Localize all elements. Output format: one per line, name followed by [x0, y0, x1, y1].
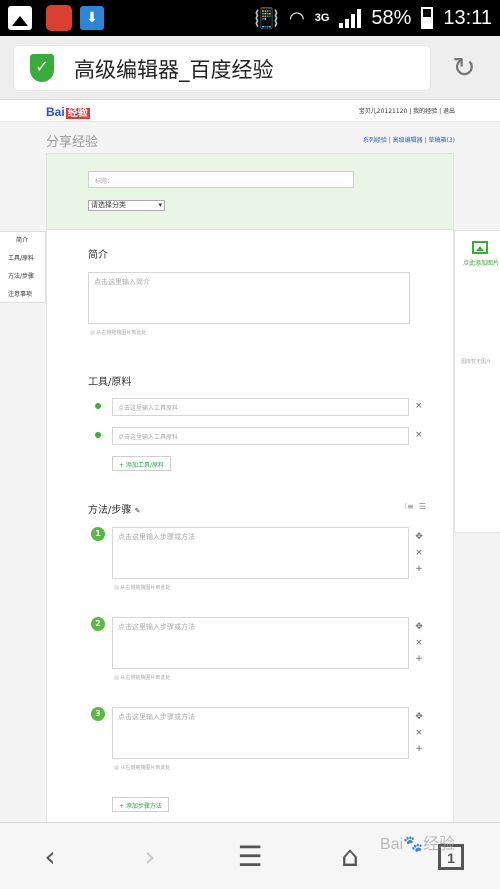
- add-step-icon[interactable]: +: [414, 561, 424, 577]
- intro-textarea[interactable]: 点击这里输入简介: [88, 272, 410, 324]
- add-step-button[interactable]: + 添加步骤方法: [112, 797, 169, 812]
- address-field[interactable]: ✓ 高级编辑器_百度经验: [14, 46, 430, 90]
- add-image-icon[interactable]: [472, 241, 488, 254]
- back-icon[interactable]: ‹: [30, 837, 70, 877]
- step-number: 2: [91, 617, 105, 631]
- step-textarea[interactable]: 点击这里输入步骤或方法: [112, 527, 409, 579]
- step-textarea[interactable]: 点击这里输入步骤或方法: [112, 707, 409, 759]
- wifi-icon: ◠: [288, 7, 305, 28]
- vibrate-icon: 📳: [254, 7, 279, 30]
- edit-pencil-icon[interactable]: ✎: [135, 507, 141, 515]
- add-step-icon[interactable]: +: [414, 651, 424, 667]
- tool-bullet: [95, 432, 101, 438]
- battery-percent: 58%: [371, 6, 412, 29]
- nav-notes[interactable]: 注意事项: [0, 286, 45, 304]
- remove-step-icon[interactable]: ×: [414, 545, 424, 561]
- remove-tool-icon[interactable]: ×: [415, 430, 423, 440]
- remove-tool-icon[interactable]: ×: [415, 401, 423, 411]
- gallery-notification-icon: [8, 6, 32, 30]
- app-notification-icon: [46, 5, 72, 31]
- image-panel: 点此添加图片 图库暂无图片: [454, 230, 500, 533]
- step-controls: ✥ × +: [414, 529, 424, 577]
- menu-icon[interactable]: ☰: [230, 837, 270, 877]
- page-title: 高级编辑器_百度经验: [74, 58, 274, 82]
- step-controls: ✥ × +: [414, 709, 424, 757]
- list-style-icons[interactable]: ⁝≡ ☰: [404, 502, 426, 511]
- step-image-hint: 从右侧拖拽图片到此处: [114, 764, 170, 771]
- title-section: 标题： 请选择分类: [47, 154, 453, 230]
- section-nav: 简介 工具/原料 方法/步骤 注意事项: [0, 231, 46, 303]
- remove-step-icon[interactable]: ×: [414, 725, 424, 741]
- nav-steps[interactable]: 方法/步骤: [0, 268, 45, 286]
- status-bar: ⬇ 📳 ◠ 3G 58% 13:11: [0, 0, 500, 36]
- tool-input[interactable]: 点击这里输入工具原料: [112, 398, 409, 416]
- user-links[interactable]: 宝贝儿20121120 | 我的经验 | 退出: [359, 106, 455, 115]
- steps-heading: 方法/步骤 ✎: [88, 505, 141, 516]
- tool-input[interactable]: 点击这里输入工具原料: [112, 427, 409, 445]
- step-number: 1: [91, 527, 105, 541]
- network-type: 3G: [314, 12, 330, 24]
- download-notification-icon: ⬇: [80, 6, 104, 30]
- secure-shield-icon: ✓: [30, 54, 54, 82]
- signal-icon: [339, 8, 362, 28]
- nav-intro[interactable]: 简介: [0, 232, 45, 250]
- intro-heading: 简介: [88, 250, 108, 261]
- add-step-icon[interactable]: +: [414, 741, 424, 757]
- editor-main: 标题： 请选择分类 简介 点击这里输入简介 从右侧拖拽图片到此处 工具/原料 点…: [46, 153, 454, 822]
- no-image-hint: 图库暂无图片: [461, 359, 492, 365]
- intro-image-hint: 从右侧拖拽图片到此处: [90, 329, 146, 336]
- nav-tools[interactable]: 工具/原料: [0, 250, 45, 268]
- page-heading: 分享经验: [46, 135, 99, 150]
- title-input[interactable]: 标题：: [88, 171, 354, 188]
- baidu-watermark: Bai🐾经验: [380, 836, 456, 853]
- step-image-hint: 从右侧拖拽图片到此处: [114, 584, 170, 591]
- reload-icon[interactable]: ↻: [446, 50, 482, 86]
- subheader: 分享经验 系列经验 | 高级编辑器 | 草稿箱(3): [0, 123, 500, 153]
- battery-icon: [421, 7, 434, 29]
- forward-icon[interactable]: ›: [130, 837, 170, 877]
- tools-heading: 工具/原料: [88, 377, 132, 388]
- step-number: 3: [91, 707, 105, 721]
- move-icon[interactable]: ✥: [414, 619, 424, 635]
- baidu-jingyan-logo[interactable]: Bai 经验: [46, 104, 90, 119]
- editor-links[interactable]: 系列经验 | 高级编辑器 | 草稿箱(3): [363, 135, 455, 144]
- add-tool-button[interactable]: + 添加工具/原料: [112, 456, 171, 471]
- move-icon[interactable]: ✥: [414, 529, 424, 545]
- add-image-label[interactable]: 点此添加图片: [463, 258, 499, 267]
- remove-step-icon[interactable]: ×: [414, 635, 424, 651]
- browser-address-bar: ✓ 高级编辑器_百度经验 ↻: [0, 36, 500, 100]
- clock: 13:11: [443, 6, 492, 29]
- site-header: Bai 经验 宝贝儿20121120 | 我的经验 | 退出: [0, 100, 500, 122]
- step-image-hint: 从右侧拖拽图片到此处: [114, 674, 170, 681]
- step-controls: ✥ × +: [414, 619, 424, 667]
- step-textarea[interactable]: 点击这里输入步骤或方法: [112, 617, 409, 669]
- category-select[interactable]: 请选择分类: [88, 200, 165, 211]
- tool-bullet: [95, 403, 101, 409]
- home-icon[interactable]: ⌂: [330, 837, 370, 877]
- web-page: Bai 经验 宝贝儿20121120 | 我的经验 | 退出 分享经验 系列经验 …: [0, 100, 500, 822]
- move-icon[interactable]: ✥: [414, 709, 424, 725]
